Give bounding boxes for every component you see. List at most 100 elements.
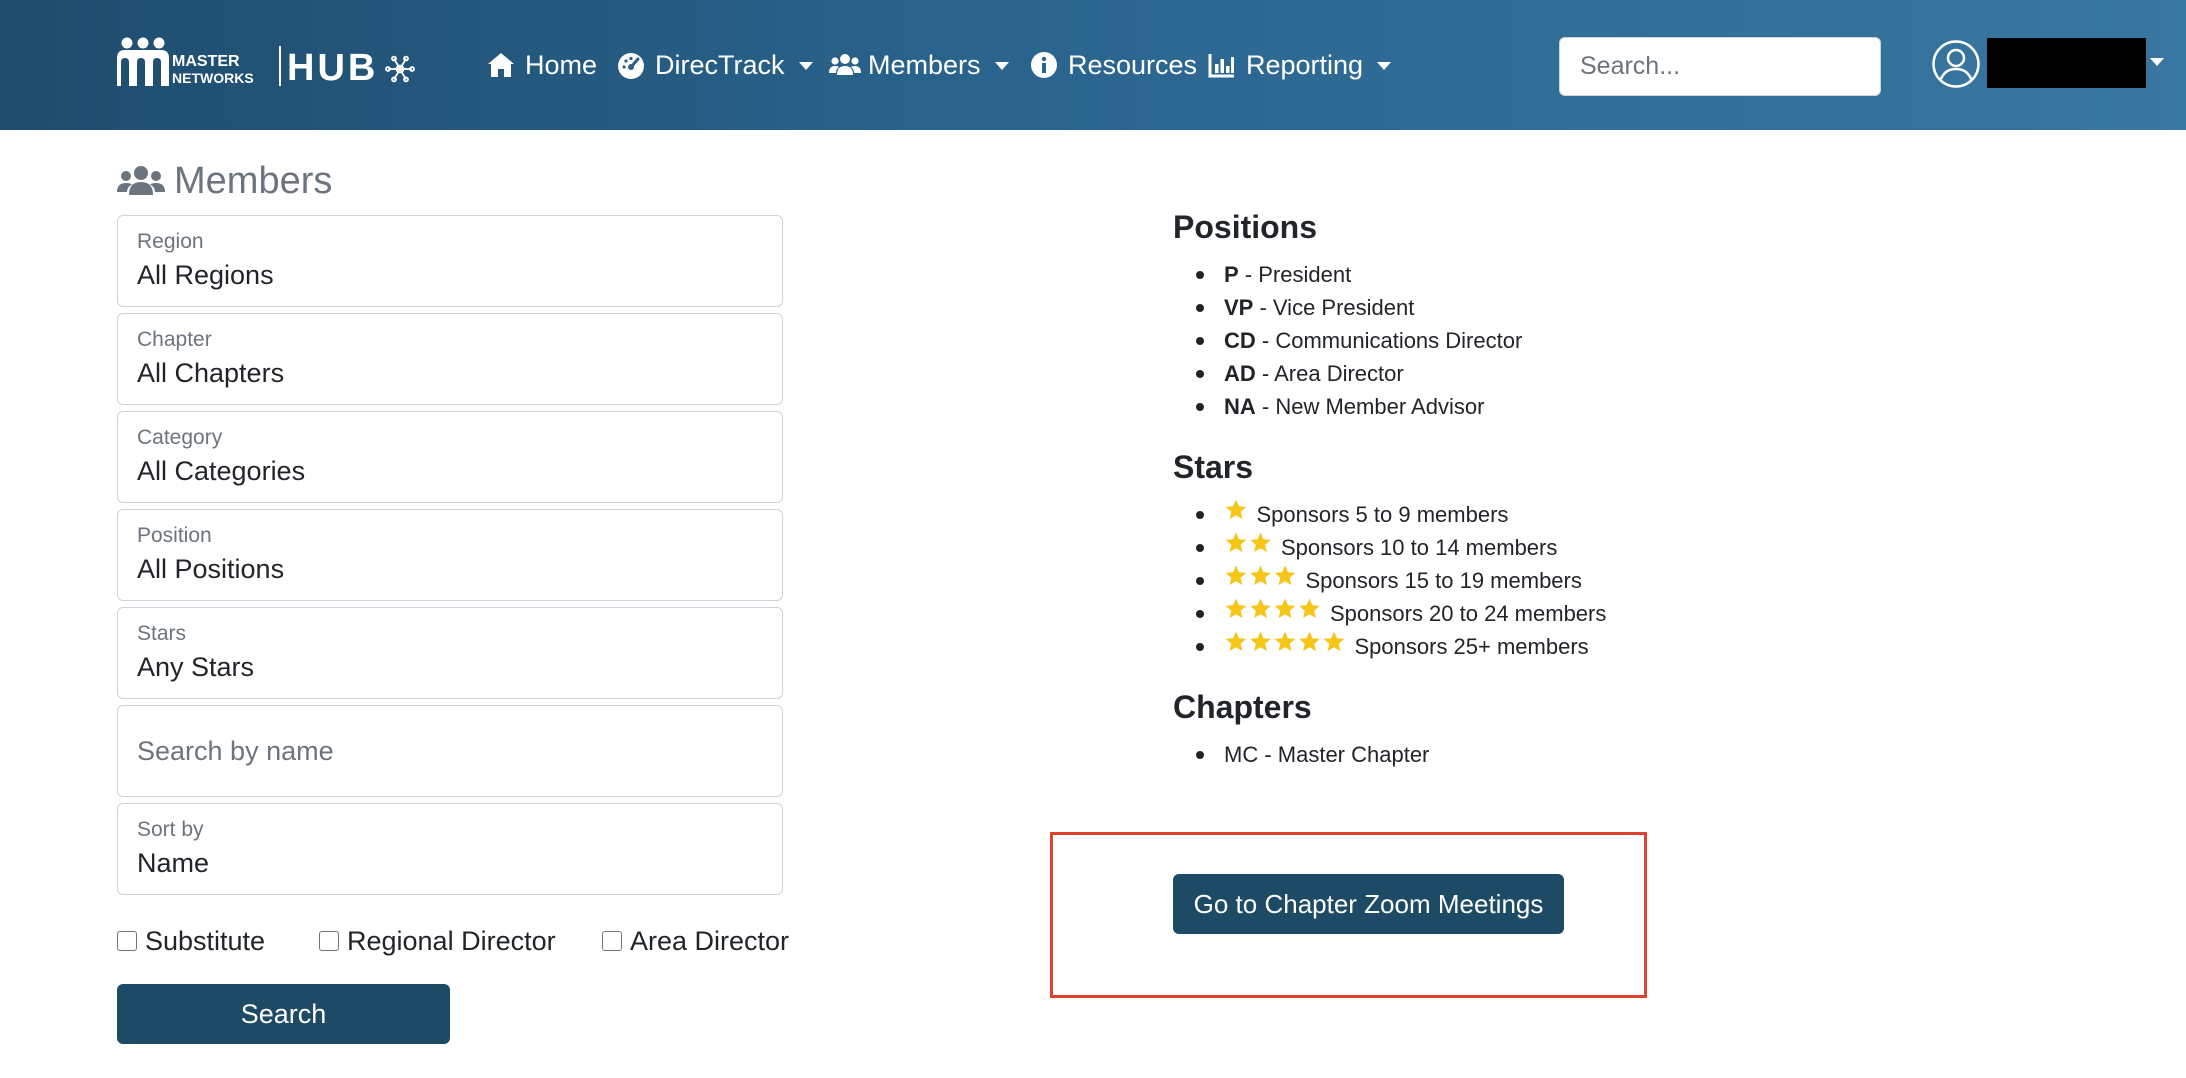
substitute-checkbox[interactable]: Substitute [117, 925, 265, 957]
star-desc: Sponsors 10 to 14 members [1281, 535, 1558, 560]
position-desc: - Communications Director [1255, 328, 1523, 353]
position-abbr: AD [1224, 361, 1256, 386]
nav-reporting-dropdown[interactable]: Reporting [1207, 42, 1392, 88]
nav-home-label: Home [525, 49, 598, 80]
page-title-text: Members [174, 159, 333, 202]
position-abbr: NA [1224, 394, 1256, 419]
area-director-label: Area Director [630, 925, 790, 956]
list-item: AD - Area Director [1173, 357, 1522, 390]
star-icon [1225, 565, 1247, 585]
star-icon [1225, 631, 1247, 651]
list-item: Sponsors 20 to 24 members [1173, 597, 1606, 630]
chapter-select[interactable]: Chapter All Chapters [117, 313, 783, 405]
star-icon-group [1225, 532, 1271, 552]
position-desc: - New Member Advisor [1255, 394, 1485, 419]
nav-resources-label: Resources [1068, 49, 1198, 80]
position-abbr: VP [1224, 295, 1254, 320]
star-icons [1224, 597, 1324, 621]
chevron-down-icon [798, 62, 813, 70]
star-icons [1224, 564, 1300, 588]
list-item: NA - New Member Advisor [1173, 390, 1522, 423]
regional-director-label: Regional Director [347, 925, 556, 956]
users-icon [117, 163, 165, 199]
star-icon [1250, 565, 1271, 585]
star-icon-group [1225, 598, 1320, 618]
star-icon-group [1225, 499, 1247, 519]
chapter-zoom-meetings-button[interactable]: Go to Chapter Zoom Meetings [1173, 874, 1564, 934]
star-desc: Sponsors 15 to 19 members [1305, 568, 1582, 593]
star-desc: Sponsors 20 to 24 members [1330, 601, 1607, 626]
area-director-checkbox[interactable]: Area Director [602, 925, 789, 957]
nav-directrack-dropdown[interactable]: DirecTrack [616, 42, 813, 88]
chevron-down-icon [994, 62, 1009, 70]
star-icon [1225, 499, 1247, 519]
chevron-down-icon[interactable] [2150, 58, 2164, 66]
list-item: Sponsors 5 to 9 members [1173, 498, 1606, 531]
bar-chart-icon [1207, 50, 1237, 80]
logo-text-master: MASTER [172, 53, 240, 70]
position-desc: - Vice President [1253, 295, 1415, 320]
category-value: All Categories [137, 456, 306, 486]
search-button[interactable]: Search [117, 984, 450, 1044]
stars-select[interactable]: Stars Any Stars [117, 607, 783, 699]
chevron-down-icon [1377, 62, 1392, 70]
top-navbar: MASTER NETWORKS HUB Home DirecTrack Memb… [0, 0, 2186, 130]
sort-by-select[interactable]: Sort by Name [117, 803, 783, 895]
nav-reporting-label: Reporting [1246, 49, 1364, 80]
star-icon-group [1225, 565, 1296, 585]
star-icon-group [1225, 631, 1345, 651]
star-desc: Sponsors 25+ members [1354, 634, 1589, 659]
gauge-icon [616, 50, 646, 80]
star-icon [1274, 631, 1296, 651]
region-select[interactable]: Region All Regions [117, 215, 783, 307]
chapters-list: MC - Master Chapter [1173, 738, 1429, 771]
star-icon [1274, 598, 1296, 618]
region-label: Region [137, 230, 204, 253]
checkbox-box[interactable] [602, 931, 622, 951]
master-networks-hub-logo[interactable]: MASTER NETWORKS HUB [117, 36, 417, 94]
global-search-input[interactable] [1559, 37, 1881, 96]
list-item: Sponsors 10 to 14 members [1173, 531, 1606, 564]
checkbox-box[interactable] [117, 931, 137, 951]
star-icon [1250, 598, 1271, 618]
stars-list: Sponsors 5 to 9 members Sponsors 10 to 1… [1173, 498, 1606, 663]
star-icon [1250, 532, 1271, 552]
user-avatar-icon[interactable] [1931, 39, 1981, 89]
position-desc: - President [1238, 262, 1352, 287]
nav-home[interactable]: Home [486, 42, 597, 88]
position-select[interactable]: Position All Positions [117, 509, 783, 601]
regional-director-checkbox[interactable]: Regional Director [319, 925, 556, 957]
checkbox-box[interactable] [319, 931, 339, 951]
info-circle-icon [1029, 50, 1059, 80]
list-item: Sponsors 25+ members [1173, 630, 1606, 663]
region-value: All Regions [137, 260, 274, 290]
category-label: Category [137, 426, 223, 449]
positions-heading: Positions [1173, 209, 1318, 245]
nav-members-label: Members [868, 49, 981, 80]
user-name-redacted[interactable] [1987, 38, 2146, 88]
nav-members-dropdown[interactable]: Members [829, 42, 1009, 88]
sort-by-label: Sort by [137, 818, 204, 841]
position-abbr: P [1224, 262, 1239, 287]
chapters-heading: Chapters [1173, 689, 1312, 725]
list-item: VP - Vice President [1173, 291, 1522, 324]
logo-text-networks: NETWORKS [172, 70, 254, 86]
star-icons [1224, 531, 1275, 555]
star-icon [1250, 631, 1271, 651]
star-icons [1224, 630, 1349, 654]
position-value: All Positions [137, 554, 285, 584]
star-desc: Sponsors 5 to 9 members [1256, 502, 1509, 527]
nav-resources[interactable]: Resources [1029, 42, 1197, 88]
positions-list: P - President VP - Vice President CD - C… [1173, 258, 1522, 423]
position-label: Position [137, 524, 212, 547]
star-icon [1299, 631, 1320, 651]
chapter-label: Chapter [137, 328, 212, 351]
chapter-value: All Chapters [137, 358, 285, 388]
stars-value: Any Stars [137, 652, 255, 682]
name-search-input[interactable]: Search by name [117, 705, 783, 797]
star-icons [1224, 498, 1251, 522]
star-icon [1225, 532, 1247, 552]
category-select[interactable]: Category All Categories [117, 411, 783, 503]
list-item: Sponsors 15 to 19 members [1173, 564, 1606, 597]
stars-heading: Stars [1173, 449, 1254, 485]
